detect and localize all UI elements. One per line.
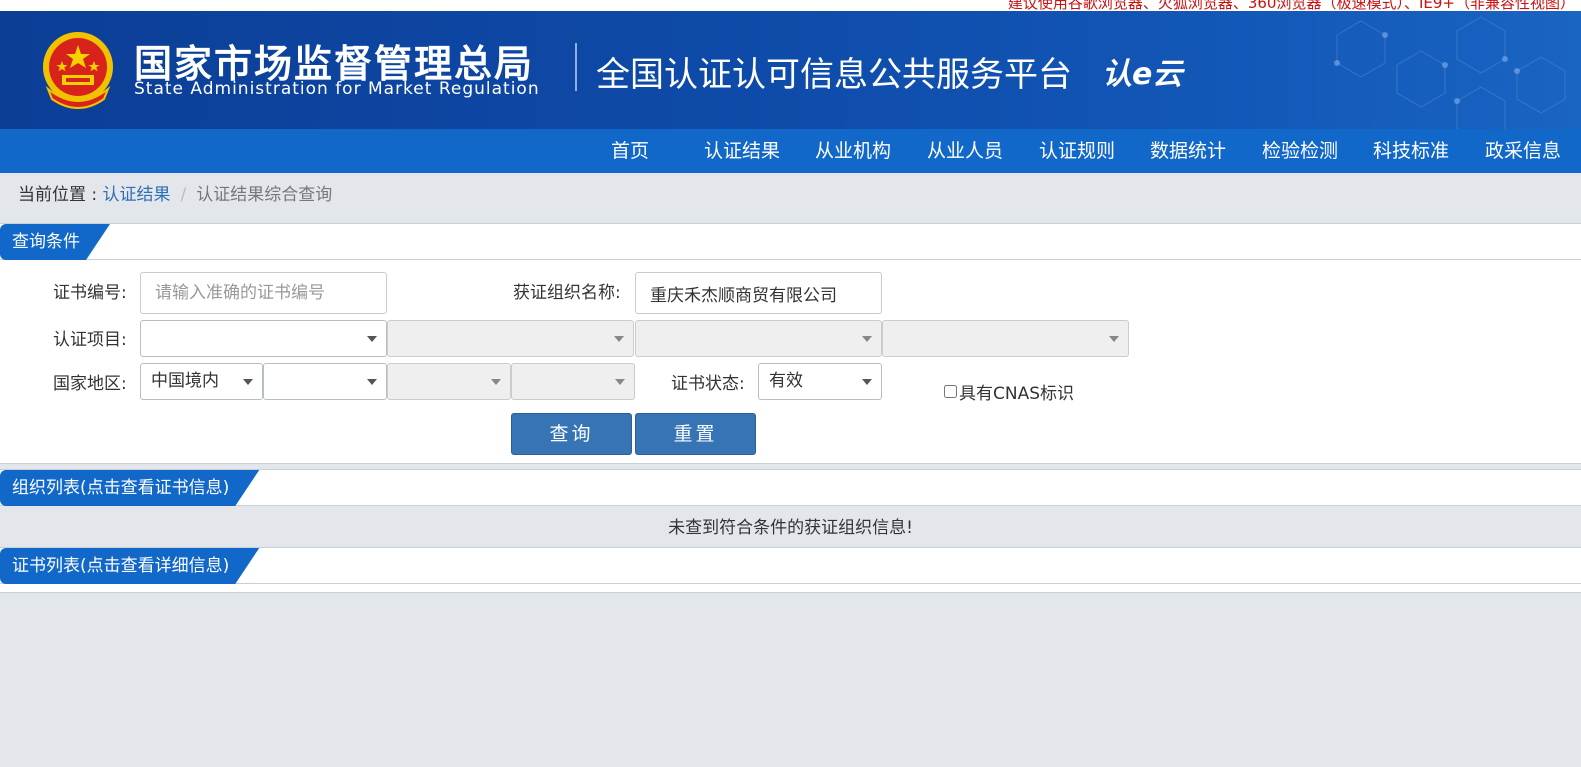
region-select-district[interactable] bbox=[511, 363, 635, 400]
cnas-option: 具有CNAS标识 bbox=[944, 372, 1074, 416]
cert-list-panel-header: 证书列表(点击查看详细信息) bbox=[0, 548, 1581, 584]
hexagon-pattern-decoration bbox=[1334, 16, 1566, 129]
cert-status-select[interactable]: 有效 bbox=[758, 363, 882, 400]
query-panel-title: 查询条件 bbox=[0, 224, 110, 260]
nav-item-home[interactable]: 首页 bbox=[611, 129, 649, 173]
cert-list-panel-title: 证书列表(点击查看详细信息) bbox=[0, 548, 259, 584]
breadcrumb-current: 认证结果综合查询 bbox=[196, 185, 333, 205]
chevron-down-icon bbox=[614, 336, 624, 342]
region-select-province[interactable] bbox=[263, 363, 387, 400]
query-button[interactable]: 查询 bbox=[511, 413, 632, 455]
header-divider bbox=[575, 43, 577, 91]
chevron-down-icon bbox=[491, 379, 501, 385]
query-panel-header: 查询条件 bbox=[0, 224, 1581, 260]
org-name-label: 获证组织名称: bbox=[513, 283, 621, 303]
cert-project-label: 认证项目: bbox=[53, 330, 127, 350]
nav-item-institutions[interactable]: 从业机构 bbox=[815, 129, 891, 173]
org-name-input[interactable] bbox=[635, 272, 882, 314]
nav-item-inspection[interactable]: 检验检测 bbox=[1262, 129, 1338, 173]
breadcrumb-separator: / bbox=[180, 185, 187, 205]
browser-notice-bar: 建议使用谷歌浏览器、火狐浏览器、360浏览器（极速模式）、IE9+（非兼容性视图… bbox=[0, 0, 1581, 11]
org-list-panel-title: 组织列表(点击查看证书信息) bbox=[0, 470, 259, 506]
breadcrumb: 当前位置 : 认证结果 / 认证结果综合查询 bbox=[18, 182, 332, 208]
browser-notice-text: 建议使用谷歌浏览器、火狐浏览器、360浏览器（极速模式）、IE9+（非兼容性视图… bbox=[1007, 0, 1575, 11]
org-list-panel: 组织列表(点击查看证书信息) bbox=[0, 469, 1581, 506]
cert-no-input[interactable] bbox=[140, 272, 387, 314]
cnas-label: 具有CNAS标识 bbox=[959, 384, 1075, 404]
org-list-empty-message: 未查到符合条件的获证组织信息! bbox=[668, 518, 913, 538]
header-banner: 国家市场监督管理总局 State Administration for Mark… bbox=[0, 11, 1581, 129]
cert-list-panel: 证书列表(点击查看详细信息) bbox=[0, 547, 1581, 593]
chevron-down-icon bbox=[367, 336, 377, 342]
cnas-checkbox[interactable] bbox=[944, 385, 957, 398]
region-label: 国家地区: bbox=[53, 374, 127, 394]
national-emblem-icon bbox=[43, 32, 113, 109]
cert-project-select-3[interactable] bbox=[635, 320, 882, 357]
nav-item-cert-results[interactable]: 认证结果 bbox=[704, 129, 780, 173]
region-select-country[interactable]: 中国境内 bbox=[140, 363, 263, 400]
chevron-down-icon bbox=[615, 379, 625, 385]
nav-item-statistics[interactable]: 数据统计 bbox=[1150, 129, 1226, 173]
region-select-city[interactable] bbox=[387, 363, 511, 400]
cert-project-select-2[interactable] bbox=[387, 320, 634, 357]
chevron-down-icon bbox=[862, 336, 872, 342]
nav-item-standards[interactable]: 科技标准 bbox=[1373, 129, 1449, 173]
chevron-down-icon bbox=[862, 379, 872, 385]
cert-project-select-4[interactable] bbox=[882, 320, 1129, 357]
brand-logo: 认e云 bbox=[1102, 57, 1183, 92]
chevron-down-icon bbox=[1109, 336, 1119, 342]
platform-title: 全国认证认可信息公共服务平台 bbox=[596, 55, 1072, 95]
nav-item-cert-rules[interactable]: 认证规则 bbox=[1039, 129, 1115, 173]
nav-item-personnel[interactable]: 从业人员 bbox=[927, 129, 1003, 173]
chevron-down-icon bbox=[243, 379, 253, 385]
org-list-panel-header: 组织列表(点击查看证书信息) bbox=[0, 470, 1581, 506]
agency-name-english: State Administration for Market Regulati… bbox=[134, 79, 540, 99]
breadcrumb-label: 当前位置 : bbox=[18, 185, 103, 205]
cert-status-label: 证书状态: bbox=[671, 374, 745, 394]
chevron-down-icon bbox=[367, 379, 377, 385]
cert-no-label: 证书编号: bbox=[53, 283, 127, 303]
reset-button[interactable]: 重置 bbox=[635, 413, 756, 455]
nav-item-procurement[interactable]: 政采信息 bbox=[1485, 129, 1561, 173]
cert-project-select-1[interactable] bbox=[140, 320, 387, 357]
breadcrumb-link-cert-results[interactable]: 认证结果 bbox=[103, 185, 171, 205]
main-nav: 首页 认证结果 从业机构 从业人员 认证规则 数据统计 检验检测 科技标准 政采… bbox=[0, 129, 1581, 173]
